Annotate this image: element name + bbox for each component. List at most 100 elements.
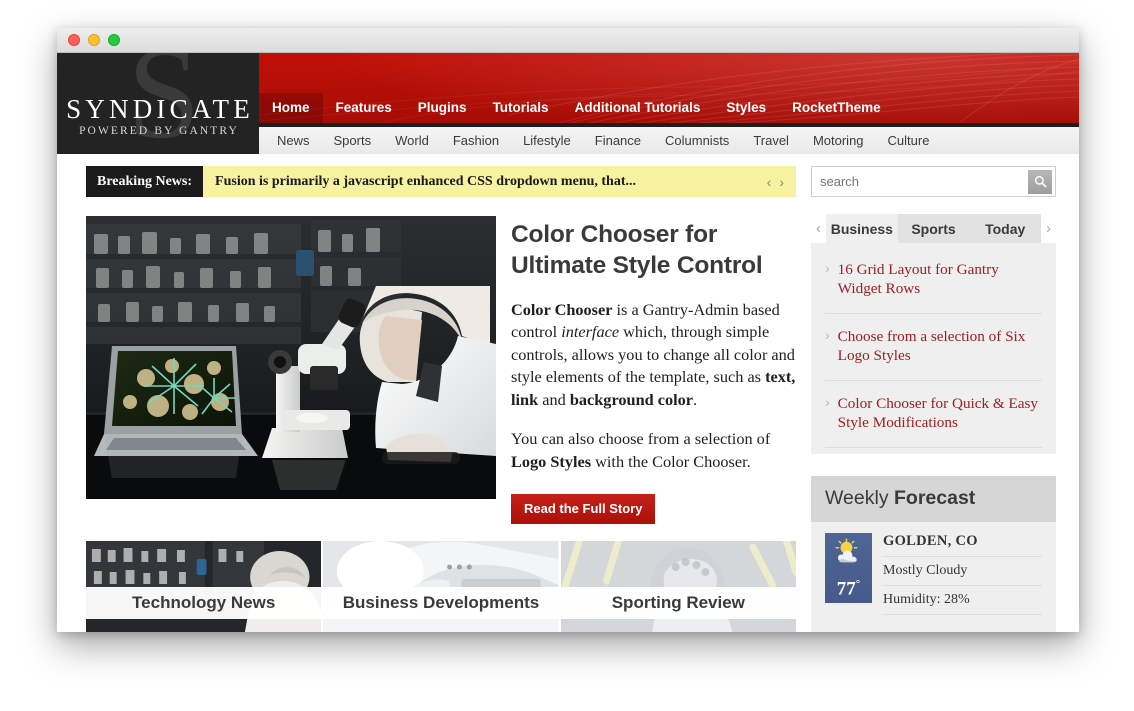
weather-city: GOLDEN, CO: [883, 533, 1042, 557]
nav-item-plugins[interactable]: Plugins: [405, 93, 480, 123]
promo-business-developments[interactable]: Business Developments: [323, 541, 559, 632]
weather-widget-body: 77° GOLDEN, CO Mostly Cloudy Humidity: 2…: [811, 522, 1056, 624]
breaking-news-label: Breaking News:: [86, 166, 204, 197]
scientist-microscope-illustration: [86, 216, 496, 499]
weather-day-wed[interactable]: Wed: [918, 631, 942, 632]
feature-p1-e: .: [693, 389, 698, 409]
promo-sporting-review[interactable]: Sporting Review: [560, 541, 796, 632]
chevron-right-icon: ›: [825, 393, 830, 410]
promo-sporting-band: Sporting Review: [560, 587, 796, 620]
feature-text: Color Chooser for Ultimate Style Control…: [511, 216, 796, 525]
subnav-item-columnists[interactable]: Columnists: [653, 133, 741, 148]
feature-paragraph-1: Color Chooser is a Gantry-Admin based co…: [511, 299, 796, 411]
breaking-news-arrows: ‹ ›: [755, 166, 796, 197]
feature-image[interactable]: [86, 216, 496, 499]
weather-temp-value: 77: [836, 578, 856, 600]
weather-widget: Weekly Forecast 77° GOLDEN, CO Mostly Cl…: [811, 475, 1056, 632]
feature-p1-d: and: [538, 389, 570, 409]
promo-strip: Technology News Business Developments Sp…: [86, 541, 796, 632]
tabs-prev-icon[interactable]: ‹: [811, 220, 826, 237]
breaking-next-icon[interactable]: ›: [779, 174, 784, 190]
sidebar-tabs-wrapper: ‹ Business Sports Today ›: [811, 214, 1056, 243]
subnav-item-motoring[interactable]: Motoring: [801, 133, 876, 148]
feature-heading: Color Chooser for Ultimate Style Control: [511, 220, 796, 282]
search-icon: [1034, 175, 1046, 188]
subnav-item-lifestyle[interactable]: Lifestyle: [511, 133, 583, 148]
tab-link-item[interactable]: › Choose from a selection of Six Logo St…: [825, 314, 1042, 381]
tab-link-label[interactable]: 16 Grid Layout for Gantry Widget Rows: [838, 260, 1042, 299]
nav-item-rockettheme[interactable]: RocketTheme: [779, 93, 894, 123]
weather-condition-text: Mostly Cloudy: [883, 557, 1042, 586]
weather-title-bold: Forecast: [888, 486, 976, 509]
feature-p1-strong-bg: background color: [569, 389, 694, 409]
tabs-next-icon[interactable]: ›: [1041, 220, 1056, 237]
nav-item-home[interactable]: Home: [259, 93, 323, 123]
chevron-right-icon: ›: [825, 326, 830, 343]
tab-link-item[interactable]: › 16 Grid Layout for Gantry Widget Rows: [825, 247, 1042, 314]
logo-text: SYNDICATE POWERED BY GANTRY: [57, 94, 259, 137]
feature-heading-line1: Color Chooser for: [511, 221, 718, 248]
breaking-prev-icon[interactable]: ‹: [767, 174, 772, 190]
subnav-item-culture[interactable]: Culture: [876, 133, 942, 148]
promo-business-label: Business Developments: [342, 593, 540, 613]
breaking-news-text[interactable]: Fusion is primarily a javascript enhance…: [203, 166, 755, 197]
page-viewport: S SYNDICATE POWERED BY GANTRY Home Featu…: [57, 53, 1079, 632]
weather-unit-f[interactable]: °F: [825, 631, 838, 632]
nav-item-features[interactable]: Features: [323, 93, 405, 123]
feature-p1-em: interface: [561, 322, 620, 342]
close-button[interactable]: [68, 34, 80, 46]
minimize-button[interactable]: [88, 34, 100, 46]
tab-link-label[interactable]: Color Chooser for Quick & Easy Style Mod…: [838, 394, 1042, 433]
sub-navigation: News Sports World Fashion Lifestyle Fina…: [259, 123, 1079, 154]
search-box[interactable]: [811, 166, 1056, 197]
read-full-story-button[interactable]: Read the Full Story: [511, 494, 656, 525]
subnav-item-world[interactable]: World: [383, 133, 441, 148]
weather-temp-unit: °: [855, 578, 861, 591]
tab-sports[interactable]: Sports: [898, 214, 970, 243]
partly-cloudy-icon: [834, 538, 857, 562]
tab-link-item[interactable]: › Color Chooser for Quick & Easy Style M…: [825, 381, 1042, 448]
weather-humidity: Humidity: 28%: [883, 586, 1042, 615]
tab-link-label[interactable]: Choose from a selection of Six Logo Styl…: [838, 327, 1042, 366]
feature-lead: Color Chooser: [511, 299, 613, 319]
feature-p2-a: You can also choose from a selection of: [511, 429, 771, 449]
subnav-item-news[interactable]: News: [265, 133, 322, 148]
tab-panel-business: › 16 Grid Layout for Gantry Widget Rows …: [811, 243, 1056, 454]
breaking-news-bar: Breaking News: Fusion is primarily a jav…: [86, 166, 796, 197]
main-navigation: Home Features Plugins Tutorials Addition…: [259, 53, 1079, 123]
search-button[interactable]: [1028, 169, 1052, 194]
promo-technology-label: Technology News: [132, 593, 276, 613]
feature-paragraph-2: You can also choose from a selection of …: [511, 428, 796, 473]
search-input[interactable]: [820, 174, 1028, 189]
promo-technology-news[interactable]: Technology News: [86, 541, 322, 632]
subnav-item-sports[interactable]: Sports: [322, 133, 384, 148]
site-header: S SYNDICATE POWERED BY GANTRY Home Featu…: [57, 53, 1079, 154]
feature-p1-strong-link: link: [511, 389, 539, 409]
weather-unit-c[interactable]: °C: [847, 631, 861, 632]
header-right: Home Features Plugins Tutorials Addition…: [259, 53, 1079, 154]
main-content: Breaking News: Fusion is primarily a jav…: [86, 166, 796, 632]
weather-temperature: 77°: [836, 578, 861, 600]
zoom-button[interactable]: [108, 34, 120, 46]
nav-item-additional-tutorials[interactable]: Additional Tutorials: [562, 93, 714, 123]
feature-article: Color Chooser for Ultimate Style Control…: [86, 216, 796, 525]
subnav-item-fashion[interactable]: Fashion: [441, 133, 511, 148]
subnav-item-travel[interactable]: Travel: [741, 133, 801, 148]
nav-item-styles[interactable]: Styles: [713, 93, 779, 123]
weather-unit-toggle[interactable]: °F | °C: [825, 631, 862, 632]
weather-day-tue[interactable]: Tue: [880, 631, 901, 632]
weather-footer: °F | °C Tue Wed: [811, 624, 1056, 632]
sidebar-tabs: Business Sports Today: [826, 214, 1041, 243]
tab-today[interactable]: Today: [969, 214, 1041, 243]
feature-p2-b: with the Color Chooser.: [591, 451, 751, 471]
subnav-item-finance[interactable]: Finance: [583, 133, 653, 148]
window-controls: [68, 34, 120, 46]
site-logo[interactable]: S SYNDICATE POWERED BY GANTRY: [57, 53, 259, 154]
weather-widget-header: Weekly Forecast: [811, 475, 1056, 522]
tab-business[interactable]: Business: [826, 214, 898, 243]
chevron-right-icon: ›: [825, 260, 830, 276]
nav-item-tutorials[interactable]: Tutorials: [480, 93, 562, 123]
weather-info: GOLDEN, CO Mostly Cloudy Humidity: 28%: [883, 533, 1042, 615]
weather-title-light: Weekly: [825, 486, 889, 509]
window-titlebar: [57, 28, 1079, 53]
